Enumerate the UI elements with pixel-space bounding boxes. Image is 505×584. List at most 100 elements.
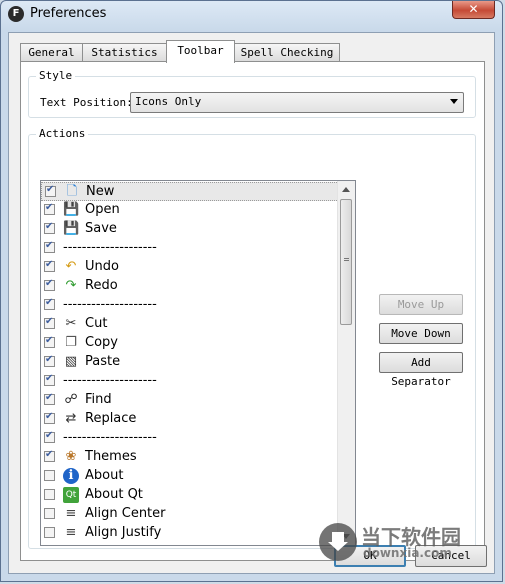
title-bar[interactable]: F Preferences ✕ — [1, 1, 502, 27]
dialog-client: General Statistics Toolbar Spell Checkin… — [8, 32, 495, 574]
action-row-replace[interactable]: ⇄ Replace — [41, 410, 339, 429]
paste-icon: ▧ — [64, 354, 78, 369]
action-row-redo[interactable]: ↷ Redo — [41, 277, 339, 296]
replace-icon: ⇄ — [65, 411, 77, 426]
watermark-sub: downxia.com — [363, 546, 452, 560]
text-position-select[interactable]: Icons Only — [130, 92, 464, 113]
separator-row[interactable]: -------------------- — [41, 429, 339, 448]
style-group-title: Style — [36, 69, 76, 82]
action-label: Paste — [85, 354, 121, 369]
redo-icon: ↷ — [65, 278, 77, 293]
action-label: Undo — [85, 259, 119, 274]
action-label: Align Center — [85, 506, 166, 521]
tab-toolbar[interactable]: Toolbar — [166, 40, 235, 63]
open-icon: 💾 — [63, 202, 80, 217]
scroll-up-arrow-icon[interactable] — [342, 187, 350, 192]
move-down-button[interactable]: Move Down — [379, 323, 463, 344]
separator-row[interactable]: -------------------- — [41, 372, 339, 391]
copy-icon: ❐ — [65, 335, 77, 350]
action-row-save[interactable]: 💾 Save — [41, 220, 339, 239]
tab-statistics[interactable]: Statistics — [82, 43, 167, 61]
checkbox[interactable] — [44, 202, 55, 215]
action-row-about[interactable]: ℹ About — [41, 467, 339, 486]
action-label: About — [85, 468, 124, 483]
separator-row[interactable]: -------------------- — [41, 296, 339, 315]
action-row-themes[interactable]: ❀ Themes — [41, 448, 339, 467]
watermark: 当下软件园 downxia.com — [319, 521, 479, 573]
separator-label: -------------------- — [63, 297, 157, 312]
cut-icon: ✂ — [65, 316, 77, 331]
qt-icon: Qt — [63, 487, 79, 503]
action-row-copy[interactable]: ❐ Copy — [41, 334, 339, 353]
action-label: Find — [85, 392, 112, 407]
action-row-about-qt[interactable]: Qt About Qt — [41, 486, 339, 505]
actions-list[interactable]: 🗋 New 💾 Open 💾 Save -------------------- ↶ Undo ↷… — [40, 180, 356, 546]
action-label: Themes — [85, 449, 137, 464]
checkbox[interactable] — [44, 316, 55, 329]
action-row-undo[interactable]: ↶ Undo — [41, 258, 339, 277]
scrollbar-thumb[interactable] — [340, 199, 352, 325]
action-label: Save — [85, 221, 117, 236]
move-up-button[interactable]: Move Up — [379, 294, 463, 315]
separator-label: -------------------- — [63, 430, 157, 445]
action-row-paste[interactable]: ▧ Paste — [41, 353, 339, 372]
checkbox[interactable] — [44, 373, 55, 386]
toolbar-panel: Style Text Position: Icons Only Actions … — [20, 61, 485, 561]
download-arrow-head — [328, 542, 348, 551]
vertical-scrollbar[interactable] — [337, 181, 355, 545]
chevron-down-icon — [450, 99, 458, 104]
tab-spell-checking[interactable]: Spell Checking — [234, 43, 340, 61]
align-center-icon: ≡ — [65, 506, 77, 521]
action-row-open[interactable]: 💾 Open — [41, 201, 339, 220]
checkbox[interactable] — [44, 430, 55, 443]
checkbox[interactable] — [44, 449, 55, 462]
text-position-label: Text Position: — [40, 96, 133, 109]
binoculars-icon: ☍ — [64, 392, 78, 407]
checkbox[interactable] — [44, 354, 55, 367]
actions-group-title: Actions — [36, 127, 89, 140]
action-row-cut[interactable]: ✂ Cut — [41, 315, 339, 334]
action-row-find[interactable]: ☍ Find — [41, 391, 339, 410]
close-button[interactable]: ✕ — [452, 1, 495, 19]
checkbox[interactable] — [44, 411, 55, 424]
action-label: New — [86, 184, 115, 199]
checkbox[interactable] — [44, 278, 55, 291]
download-logo-icon — [319, 523, 357, 561]
action-label: Open — [85, 202, 120, 217]
checkbox[interactable] — [44, 489, 55, 500]
separator-label: -------------------- — [63, 240, 157, 255]
checkbox[interactable] — [44, 259, 55, 272]
preferences-window: F Preferences ✕ General Statistics Toolb… — [0, 0, 503, 582]
checkbox[interactable] — [45, 184, 56, 197]
text-position-value: Icons Only — [135, 95, 202, 108]
checkbox[interactable] — [44, 335, 55, 348]
checkbox[interactable] — [44, 470, 55, 481]
save-icon: 💾 — [63, 221, 80, 236]
action-label: Redo — [85, 278, 118, 293]
new-icon: 🗋 — [66, 184, 78, 199]
action-label: About Qt — [85, 487, 143, 502]
palette-icon: ❀ — [65, 449, 77, 464]
action-row-new[interactable]: 🗋 New — [41, 182, 339, 201]
grip-icon — [344, 258, 349, 261]
checkbox[interactable] — [44, 297, 55, 310]
action-label: Replace — [85, 411, 137, 426]
action-row-align-center[interactable]: ≡ Align Center — [41, 505, 339, 524]
info-icon: ℹ — [63, 468, 79, 484]
separator-row[interactable]: -------------------- — [41, 239, 339, 258]
action-label: Copy — [85, 335, 118, 350]
action-row-align-justify[interactable]: ≡ Align Justify — [41, 524, 339, 543]
action-label: Align Justify — [85, 525, 162, 540]
align-justify-icon: ≡ — [65, 525, 77, 540]
checkbox[interactable] — [44, 508, 55, 519]
action-label: Cut — [85, 316, 108, 331]
checkbox[interactable] — [44, 221, 55, 234]
checkbox[interactable] — [44, 392, 55, 405]
undo-icon: ↶ — [65, 259, 77, 274]
tab-general[interactable]: General — [20, 43, 83, 61]
window-title: Preferences — [30, 6, 107, 21]
add-separator-button[interactable]: Add Separator — [379, 352, 463, 388]
checkbox[interactable] — [44, 240, 55, 253]
checkbox[interactable] — [44, 527, 55, 538]
app-icon: F — [8, 6, 24, 22]
